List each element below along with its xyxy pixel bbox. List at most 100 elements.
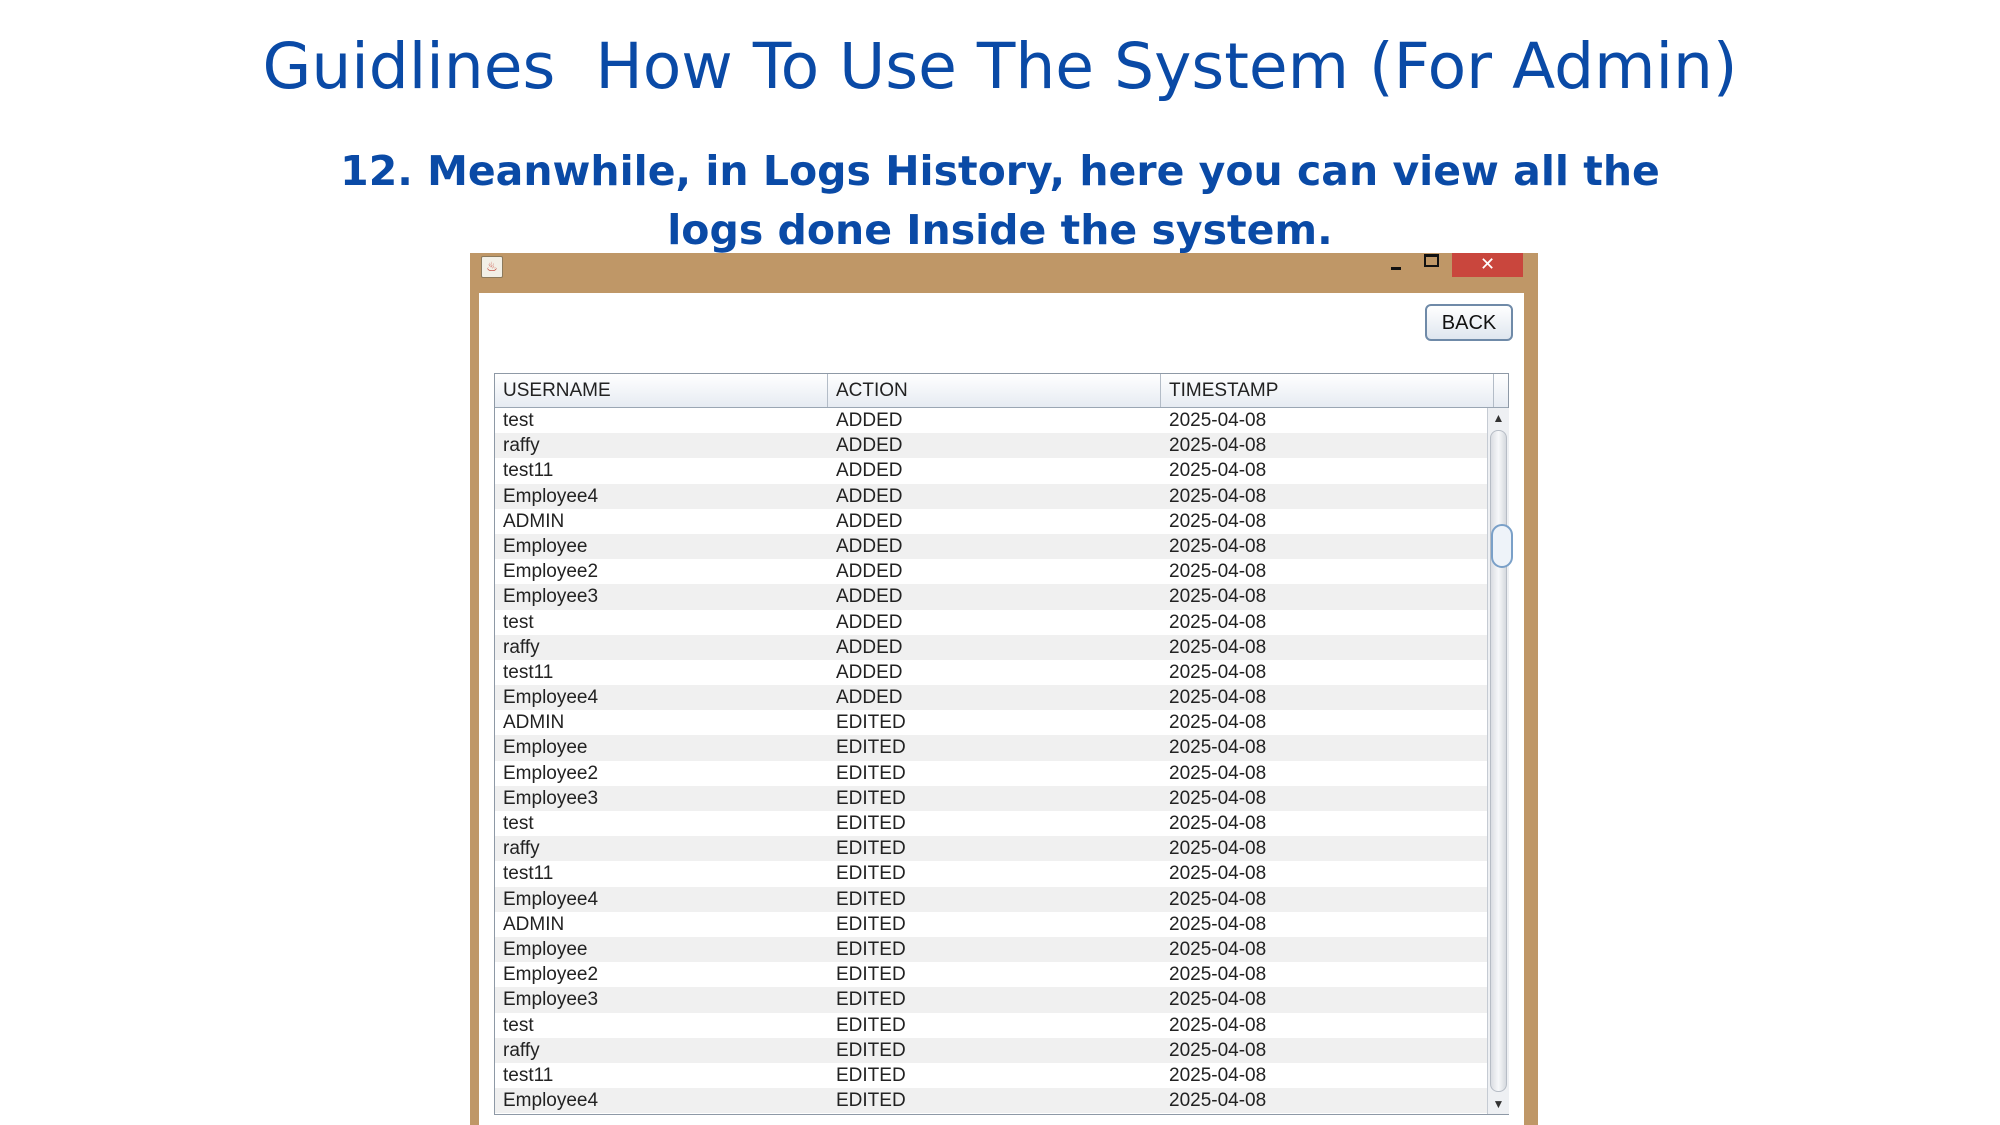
table-row[interactable]: test EDITED 2025-04-08: [495, 811, 1487, 836]
cell-timestamp: 2025-04-08: [1169, 485, 1267, 507]
cell-username: test11: [503, 863, 554, 885]
cell-timestamp: 2025-04-08: [1169, 510, 1267, 532]
scroll-down-arrow-icon[interactable]: ▼: [1488, 1094, 1509, 1114]
cell-timestamp: 2025-04-08: [1169, 813, 1267, 834]
table-row[interactable]: raffy ADDED 2025-04-08: [495, 634, 1487, 660]
table-body: test ADDED 2025-04-08 raffy ADDED 2025-04-08 t…: [495, 408, 1487, 1114]
maximize-button[interactable]: [1415, 253, 1445, 277]
slide-title: Guidlines How To Use The System (For Adm…: [262, 30, 1738, 103]
table-row[interactable]: Employee EDITED 2025-04-08: [495, 735, 1487, 761]
cell-timestamp: 2025-04-08: [1169, 460, 1267, 482]
cell-username: test: [503, 410, 534, 431]
table-row[interactable]: Employee2 ADDED 2025-04-08: [495, 559, 1487, 584]
cell-timestamp: 2025-04-08: [1169, 787, 1267, 809]
cell-timestamp: 2025-04-08: [1169, 435, 1267, 457]
cell-action: EDITED: [836, 938, 906, 960]
cell-action: ADDED: [836, 561, 903, 583]
table-row[interactable]: raffy EDITED 2025-04-08: [495, 1037, 1487, 1063]
cell-username: test11: [503, 1064, 554, 1086]
cell-timestamp: 2025-04-08: [1169, 712, 1267, 734]
cell-username: Employee: [503, 535, 588, 557]
cell-action: EDITED: [836, 813, 906, 834]
table-row[interactable]: Employee3 ADDED 2025-04-08: [495, 584, 1487, 610]
cell-username: test: [503, 1014, 534, 1036]
table-row[interactable]: test ADDED 2025-04-08: [495, 408, 1487, 433]
cell-action: EDITED: [836, 913, 906, 935]
cell-action: EDITED: [836, 712, 906, 734]
cell-action: ADDED: [836, 636, 903, 658]
cell-action: ADDED: [836, 485, 903, 507]
cell-action: EDITED: [836, 888, 906, 910]
cell-action: EDITED: [836, 863, 906, 885]
table-row[interactable]: Employee2 EDITED 2025-04-08: [495, 962, 1487, 987]
back-button[interactable]: BACK: [1425, 304, 1513, 341]
cell-username: raffy: [503, 636, 540, 658]
cell-action: EDITED: [836, 1090, 906, 1112]
cell-timestamp: 2025-04-08: [1169, 1064, 1267, 1086]
cell-username: Employee4: [503, 485, 599, 507]
vertical-scrollbar[interactable]: ▲ ▼: [1487, 408, 1513, 1114]
cell-action: EDITED: [836, 787, 906, 809]
table-row[interactable]: Employee4 ADDED 2025-04-08: [495, 685, 1487, 711]
logs-table: USERNAME ACTION TIMESTAMP test ADDED 2025-…: [494, 373, 1513, 1115]
column-header-username[interactable]: USERNAME: [495, 374, 828, 407]
table-row[interactable]: test11 ADDED 2025-04-08: [495, 458, 1487, 483]
cell-username: Employee3: [503, 787, 599, 809]
table-row[interactable]: Employee EDITED 2025-04-08: [495, 936, 1487, 963]
close-button[interactable]: ✕: [1452, 253, 1523, 277]
cell-timestamp: 2025-04-08: [1169, 687, 1267, 709]
cell-action: EDITED: [836, 964, 906, 986]
table-row[interactable]: Employee3 EDITED 2025-04-08: [495, 987, 1487, 1013]
table-row[interactable]: test11 EDITED 2025-04-08: [495, 861, 1487, 886]
table-row[interactable]: ADMIN EDITED 2025-04-08: [495, 912, 1487, 937]
window-titlebar[interactable]: ♨ ✕: [470, 253, 1538, 293]
table-row[interactable]: raffy ADDED 2025-04-08: [495, 433, 1487, 459]
close-icon: ✕: [1479, 254, 1496, 274]
cell-username: ADMIN: [503, 913, 565, 935]
cell-timestamp: 2025-04-08: [1169, 1014, 1267, 1036]
cell-username: Employee2: [503, 561, 599, 583]
cell-timestamp: 2025-04-08: [1169, 1039, 1267, 1061]
scroll-up-arrow-icon[interactable]: ▲: [1488, 408, 1509, 428]
cell-username: test11: [503, 460, 554, 482]
java-app-icon: ♨: [481, 256, 503, 278]
cell-username: Employee2: [503, 762, 599, 784]
table-row[interactable]: ADMIN ADDED 2025-04-08: [495, 509, 1487, 534]
table-row[interactable]: Employee3 EDITED 2025-04-08: [495, 785, 1487, 811]
table-row[interactable]: Employee2 EDITED 2025-04-08: [495, 761, 1487, 786]
maximize-icon: [1424, 254, 1439, 267]
minimize-button[interactable]: [1382, 253, 1410, 277]
table-header: USERNAME ACTION TIMESTAMP: [495, 374, 1508, 408]
column-header-timestamp[interactable]: TIMESTAMP: [1161, 374, 1494, 407]
table-row[interactable]: test EDITED 2025-04-08: [495, 1013, 1487, 1038]
cell-timestamp: 2025-04-08: [1169, 636, 1267, 658]
cell-timestamp: 2025-04-08: [1169, 410, 1267, 431]
cell-action: ADDED: [836, 586, 903, 608]
subtitle-line-1: 12. Meanwhile, in Logs History, here you…: [340, 147, 1660, 195]
table-row[interactable]: Employee4 ADDED 2025-04-08: [495, 483, 1487, 509]
scroll-thumb[interactable]: [1490, 430, 1513, 1092]
table-row[interactable]: test11 EDITED 2025-04-08: [495, 1063, 1487, 1088]
table-row[interactable]: ADMIN EDITED 2025-04-08: [495, 710, 1487, 735]
cell-timestamp: 2025-04-08: [1169, 863, 1267, 885]
cell-timestamp: 2025-04-08: [1169, 913, 1267, 935]
cell-username: test11: [503, 661, 554, 683]
table-row[interactable]: test11 ADDED 2025-04-08: [495, 660, 1487, 685]
table-row[interactable]: test ADDED 2025-04-08: [495, 610, 1487, 635]
cell-action: ADDED: [836, 435, 903, 457]
cell-username: raffy: [503, 1039, 540, 1061]
scroll-grip[interactable]: [1491, 524, 1513, 568]
cell-action: ADDED: [836, 535, 903, 557]
table-row[interactable]: Employee ADDED 2025-04-08: [495, 533, 1487, 560]
cell-timestamp: 2025-04-08: [1169, 586, 1267, 608]
cell-action: ADDED: [836, 410, 903, 431]
table-row[interactable]: Employee4 EDITED 2025-04-08: [495, 1088, 1487, 1114]
cell-action: EDITED: [836, 1014, 906, 1036]
cell-timestamp: 2025-04-08: [1169, 1090, 1267, 1112]
cell-username: Employee4: [503, 687, 599, 709]
column-header-action[interactable]: ACTION: [828, 374, 1161, 407]
table-row[interactable]: raffy EDITED 2025-04-08: [495, 836, 1487, 862]
cell-timestamp: 2025-04-08: [1169, 964, 1267, 986]
cell-action: ADDED: [836, 611, 903, 633]
table-row[interactable]: Employee4 EDITED 2025-04-08: [495, 886, 1487, 912]
